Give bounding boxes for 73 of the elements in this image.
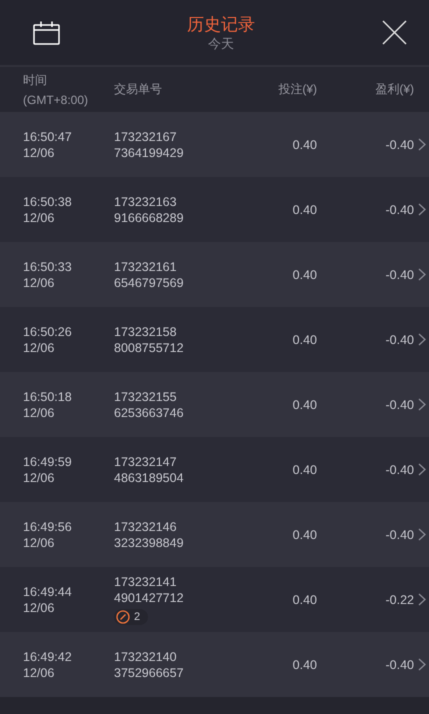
column-header: 交易单号 <box>114 81 163 98</box>
time-text: 16:50:18 <box>23 390 73 404</box>
chevron-right-icon[interactable] <box>418 658 426 671</box>
order-number: 4863189504 <box>114 470 185 484</box>
chevron-right-icon[interactable] <box>418 593 426 606</box>
date-text: 12/06 <box>23 600 56 614</box>
order-number: 173232146 <box>114 520 178 534</box>
time-text: 16:50:26 <box>23 324 73 338</box>
chevron-right-icon[interactable] <box>418 398 426 411</box>
date-text: 12/06 <box>23 340 56 354</box>
date-text: 12/06 <box>23 536 56 550</box>
bet-amount: 0.40 <box>292 268 317 282</box>
bet-amount: 0.40 <box>292 658 317 672</box>
order-number: 173232155 <box>114 390 178 404</box>
order-number: 173232163 <box>114 194 178 208</box>
order-number: 173232147 <box>114 454 178 468</box>
date-text: 12/06 <box>23 406 56 420</box>
order-number: 7364199429 <box>114 146 185 160</box>
order-number: 173232167 <box>114 130 178 144</box>
time-text: 16:50:47 <box>23 130 73 144</box>
order-number: 3232398849 <box>114 536 185 550</box>
time-text: 16:50:38 <box>23 194 73 208</box>
profit-amount: -0.40 <box>384 398 414 412</box>
date-text: 12/06 <box>23 276 56 290</box>
chevron-right-icon[interactable] <box>418 333 426 346</box>
bet-amount: 0.40 <box>292 462 317 476</box>
order-number: 173232141 <box>114 574 178 588</box>
page-title: 历史记录 <box>187 14 255 36</box>
close-icon[interactable] <box>382 20 407 45</box>
badge: 2 <box>114 608 148 624</box>
bet-amount: 0.40 <box>292 528 317 542</box>
order-number: 6253663746 <box>114 406 185 420</box>
order-number: 9166668289 <box>114 210 185 224</box>
order-number: 173232161 <box>114 260 178 274</box>
timezone-label: (GMT+8:00) <box>23 93 90 107</box>
profit-amount: -0.40 <box>384 268 414 282</box>
order-number: 3752966657 <box>114 666 185 680</box>
chevron-right-icon[interactable] <box>418 268 426 281</box>
bet-amount: 0.40 <box>292 398 317 412</box>
profit-amount: -0.22 <box>384 592 414 606</box>
profit-amount: -0.40 <box>384 202 414 216</box>
column-header: 盈利(¥) <box>374 81 414 98</box>
profit-amount: -0.40 <box>384 528 414 542</box>
date-text: 12/06 <box>23 210 56 224</box>
time-text: 16:49:56 <box>23 520 73 534</box>
chevron-right-icon[interactable] <box>418 138 426 151</box>
chevron-right-icon[interactable] <box>418 203 426 216</box>
order-number: 173232158 <box>114 324 178 338</box>
profit-amount: -0.40 <box>384 462 414 476</box>
order-number: 6546797569 <box>114 276 185 290</box>
order-number: 8008755712 <box>114 340 185 354</box>
time-text: 16:50:33 <box>23 260 73 274</box>
column-header: 时间 <box>23 72 48 89</box>
profit-amount: -0.40 <box>384 658 414 672</box>
time-text: 16:49:42 <box>23 650 73 664</box>
date-text: 12/06 <box>23 146 56 160</box>
chevron-right-icon[interactable] <box>418 528 426 541</box>
date-text: 12/06 <box>23 470 56 484</box>
chevron-right-icon[interactable] <box>418 463 426 476</box>
order-number: 173232140 <box>114 650 178 664</box>
column-header: 投注(¥) <box>277 81 317 98</box>
date-text: 12/06 <box>23 666 56 680</box>
time-text: 16:49:44 <box>23 584 73 598</box>
bet-amount: 0.40 <box>292 138 317 152</box>
profit-amount: -0.40 <box>384 138 414 152</box>
profit-amount: -0.40 <box>384 332 414 346</box>
order-number: 4901427712 <box>114 590 185 604</box>
date-filter-label[interactable]: 今天 <box>208 36 234 52</box>
calendar-icon[interactable] <box>33 20 60 44</box>
bet-amount: 0.40 <box>292 332 317 346</box>
time-text: 16:49:59 <box>23 454 73 468</box>
bet-amount: 0.40 <box>292 202 317 216</box>
bet-amount: 0.40 <box>292 592 317 606</box>
